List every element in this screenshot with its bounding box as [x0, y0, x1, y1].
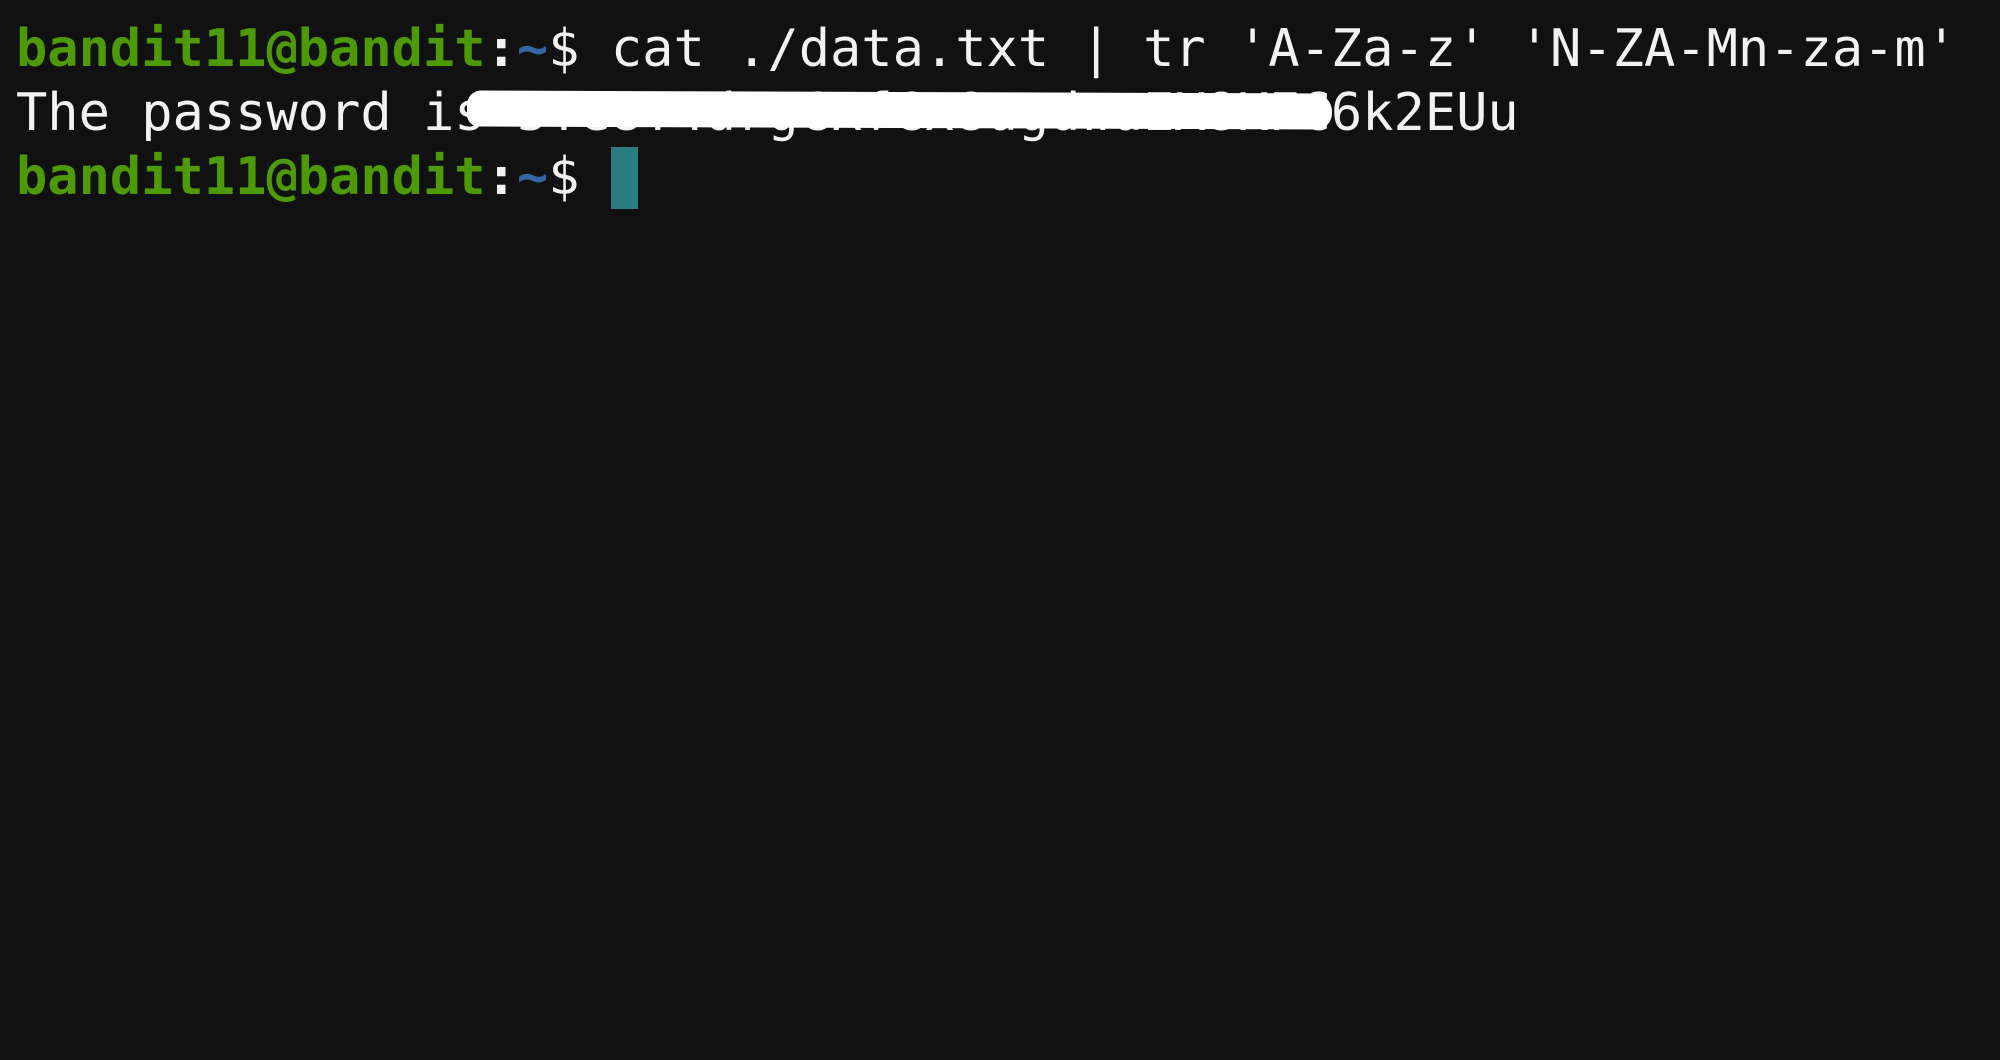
prompt-dollar: $	[548, 19, 580, 79]
prompt-user-host: bandit11@bandit	[16, 19, 486, 79]
redaction-scribble	[466, 90, 1333, 130]
prompt-path: ~	[516, 147, 549, 207]
prompt-path: ~	[516, 19, 549, 79]
terminal-line-prompt[interactable]: bandit11@bandit:~$	[16, 145, 2000, 209]
prompt-user-host: bandit11@bandit	[16, 147, 486, 207]
output-text: The password is	[16, 83, 517, 143]
terminal-line-command: bandit11@bandit:~$ cat ./data.txt | tr '…	[16, 17, 2000, 81]
prompt-separator: :	[485, 19, 517, 79]
prompt-dollar: $	[548, 147, 580, 207]
text-cursor	[610, 147, 638, 209]
prompt-separator: :	[485, 147, 517, 207]
command-input[interactable]	[580, 147, 611, 207]
command-text: cat ./data.txt | tr 'A-Za-z' 'N-ZA-Mn-za…	[579, 19, 1958, 79]
terminal-window[interactable]: bandit11@bandit:~$ cat ./data.txt | tr '…	[0, 0, 2000, 1060]
